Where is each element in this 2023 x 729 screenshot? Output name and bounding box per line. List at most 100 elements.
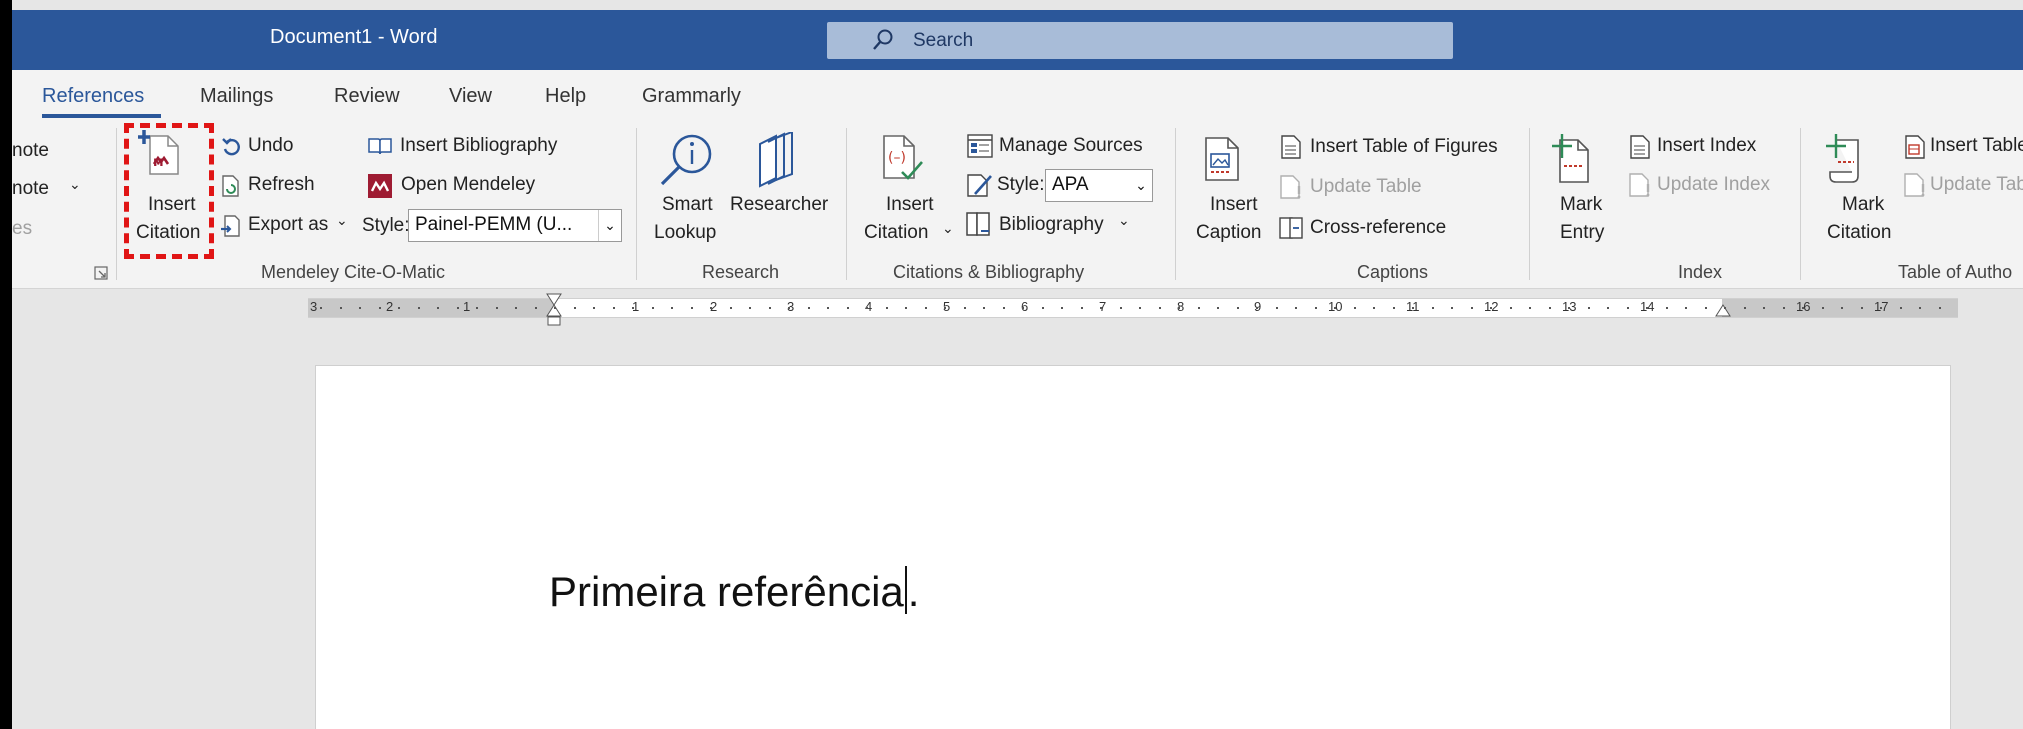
ruler-tick: [1041, 307, 1044, 309]
ruler-tick: [729, 307, 732, 309]
insert-citation-label-2: Citation: [864, 222, 929, 243]
ruler-number: 2: [386, 299, 394, 314]
ruler-tick: [1919, 307, 1921, 309]
ruler-tick: [1899, 307, 1902, 309]
footnote-next-partial[interactable]: note: [12, 178, 49, 200]
group-separator: [1800, 128, 1801, 280]
ruler-tick: [788, 307, 790, 309]
first-line-indent-marker-icon[interactable]: [546, 293, 562, 334]
insert-table-of-authorities-button[interactable]: Insert Table: [1930, 135, 2023, 157]
document-page[interactable]: Primeira referência.: [315, 365, 1951, 729]
ruler-tick: [1431, 307, 1434, 309]
mendeley-style-dropdown[interactable]: Painel-PEMM (U... ⌄: [408, 209, 622, 242]
insert-caption-icon: [1202, 134, 1242, 189]
ruler-tick: [1821, 307, 1824, 309]
manage-sources-button[interactable]: Manage Sources: [999, 135, 1143, 157]
insert-index-button[interactable]: Insert Index: [1657, 135, 1756, 157]
ruler-tick: [1626, 307, 1629, 309]
ruler-tick: [1373, 307, 1375, 309]
ruler-tick: [885, 307, 888, 309]
ruler-tick: [1100, 307, 1102, 309]
ruler-tick: [1529, 307, 1531, 309]
ribbon: References Mailings Review View Help Gra…: [12, 70, 2023, 289]
insert-table-of-figures-button[interactable]: Insert Table of Figures: [1310, 136, 1498, 158]
ruler-tick: [1509, 307, 1512, 309]
smart-lookup-label-2: Lookup: [654, 222, 717, 243]
update-table-button[interactable]: Update Table: [1310, 176, 1422, 198]
ruler-tick: [398, 307, 400, 309]
ruler-tick: [905, 307, 907, 309]
chevron-down-icon[interactable]: ⌄: [1118, 212, 1130, 229]
text-caret: [904, 566, 907, 614]
ruler-tick: [534, 307, 537, 309]
ruler-tick: [1178, 307, 1180, 309]
group-separator: [846, 128, 847, 280]
ruler-tick: [651, 307, 654, 309]
smart-lookup-icon: [656, 132, 714, 195]
chevron-down-icon[interactable]: ⌄: [69, 176, 81, 193]
update-table-of-authorities-button[interactable]: Update Tab: [1930, 174, 2023, 196]
update-index-icon: [1628, 172, 1652, 203]
ruler-tick: [1022, 307, 1024, 309]
group-separator: [1529, 128, 1530, 280]
ruler-tick: [1217, 307, 1219, 309]
citations-style-dropdown[interactable]: APA ⌄: [1045, 169, 1153, 202]
chevron-down-icon[interactable]: ⌄: [336, 212, 348, 229]
group-separator: [636, 128, 637, 280]
undo-button[interactable]: Undo: [248, 135, 293, 157]
mark-entry-label-1: Mark: [1560, 194, 1603, 215]
search-placeholder: Search: [913, 30, 974, 51]
export-icon: [220, 214, 242, 243]
dialog-launcher-icon[interactable]: [94, 266, 108, 285]
ruler-tick: [671, 307, 673, 309]
ruler-tick: [1782, 307, 1785, 309]
insert-caption-label-2: Caption: [1196, 222, 1262, 243]
researcher-label: Researcher: [730, 194, 829, 215]
tab-grammarly[interactable]: Grammarly: [642, 85, 741, 108]
group-label-citations: Citations & Bibliography: [893, 262, 1085, 282]
horizontal-ruler[interactable]: 3 2 1 1 2 3 4 5 6 7 8 9 10 11 12 13 14 1…: [308, 293, 1958, 326]
table-of-figures-icon: [1280, 134, 1302, 165]
tab-review[interactable]: Review: [334, 85, 400, 108]
search-box[interactable]: Search: [827, 22, 1453, 59]
ruler-tick: [573, 307, 576, 309]
ruler-tick: [1490, 307, 1492, 309]
ruler-tick: [1236, 307, 1239, 309]
ruler-tick: [944, 307, 946, 309]
ruler-tick: [359, 307, 361, 309]
cross-reference-button[interactable]: Cross-reference: [1310, 217, 1446, 239]
ruler-tick: [1119, 307, 1122, 309]
bibliography-button[interactable]: Bibliography: [999, 214, 1104, 236]
insert-table-of-authorities-icon: [1904, 134, 1928, 165]
highlight-annotation-box: [124, 123, 214, 259]
footnote-show-partial: es: [12, 218, 33, 239]
ruler-tick: [495, 307, 498, 309]
tab-references[interactable]: References: [42, 85, 144, 108]
ruler-tick: [554, 307, 556, 309]
ruler-number: 1: [463, 299, 471, 314]
group-label-index: Index: [1678, 262, 1723, 282]
ruler-tick: [1392, 307, 1395, 309]
ruler-tick: [690, 307, 693, 309]
refresh-button[interactable]: Refresh: [248, 174, 315, 196]
group-label-authorities: Table of Autho: [1898, 262, 2013, 282]
update-index-button[interactable]: Update Index: [1657, 174, 1770, 196]
ruler-tick: [768, 307, 771, 309]
ruler-tick: [1938, 307, 1941, 309]
ruler-tick: [437, 307, 439, 309]
ruler-tick: [1061, 307, 1063, 309]
mendeley-logo-icon: [368, 174, 392, 203]
export-as-button[interactable]: Export as: [248, 214, 328, 236]
group-separator: [1175, 128, 1176, 280]
tab-help[interactable]: Help: [545, 85, 586, 108]
ruler-tick: [710, 307, 712, 309]
footnote-insert-partial[interactable]: note: [12, 140, 49, 162]
researcher-icon: [754, 130, 800, 193]
document-body-text[interactable]: Primeira referência.: [549, 566, 919, 616]
tab-mailings[interactable]: Mailings: [200, 85, 273, 108]
right-indent-marker-icon[interactable]: [1715, 303, 1731, 324]
group-label-mendeley: Mendeley Cite-O-Matic: [261, 262, 446, 282]
insert-bibliography-button[interactable]: Insert Bibliography: [400, 135, 557, 157]
open-mendeley-button[interactable]: Open Mendeley: [401, 174, 535, 196]
tab-view[interactable]: View: [449, 85, 492, 108]
